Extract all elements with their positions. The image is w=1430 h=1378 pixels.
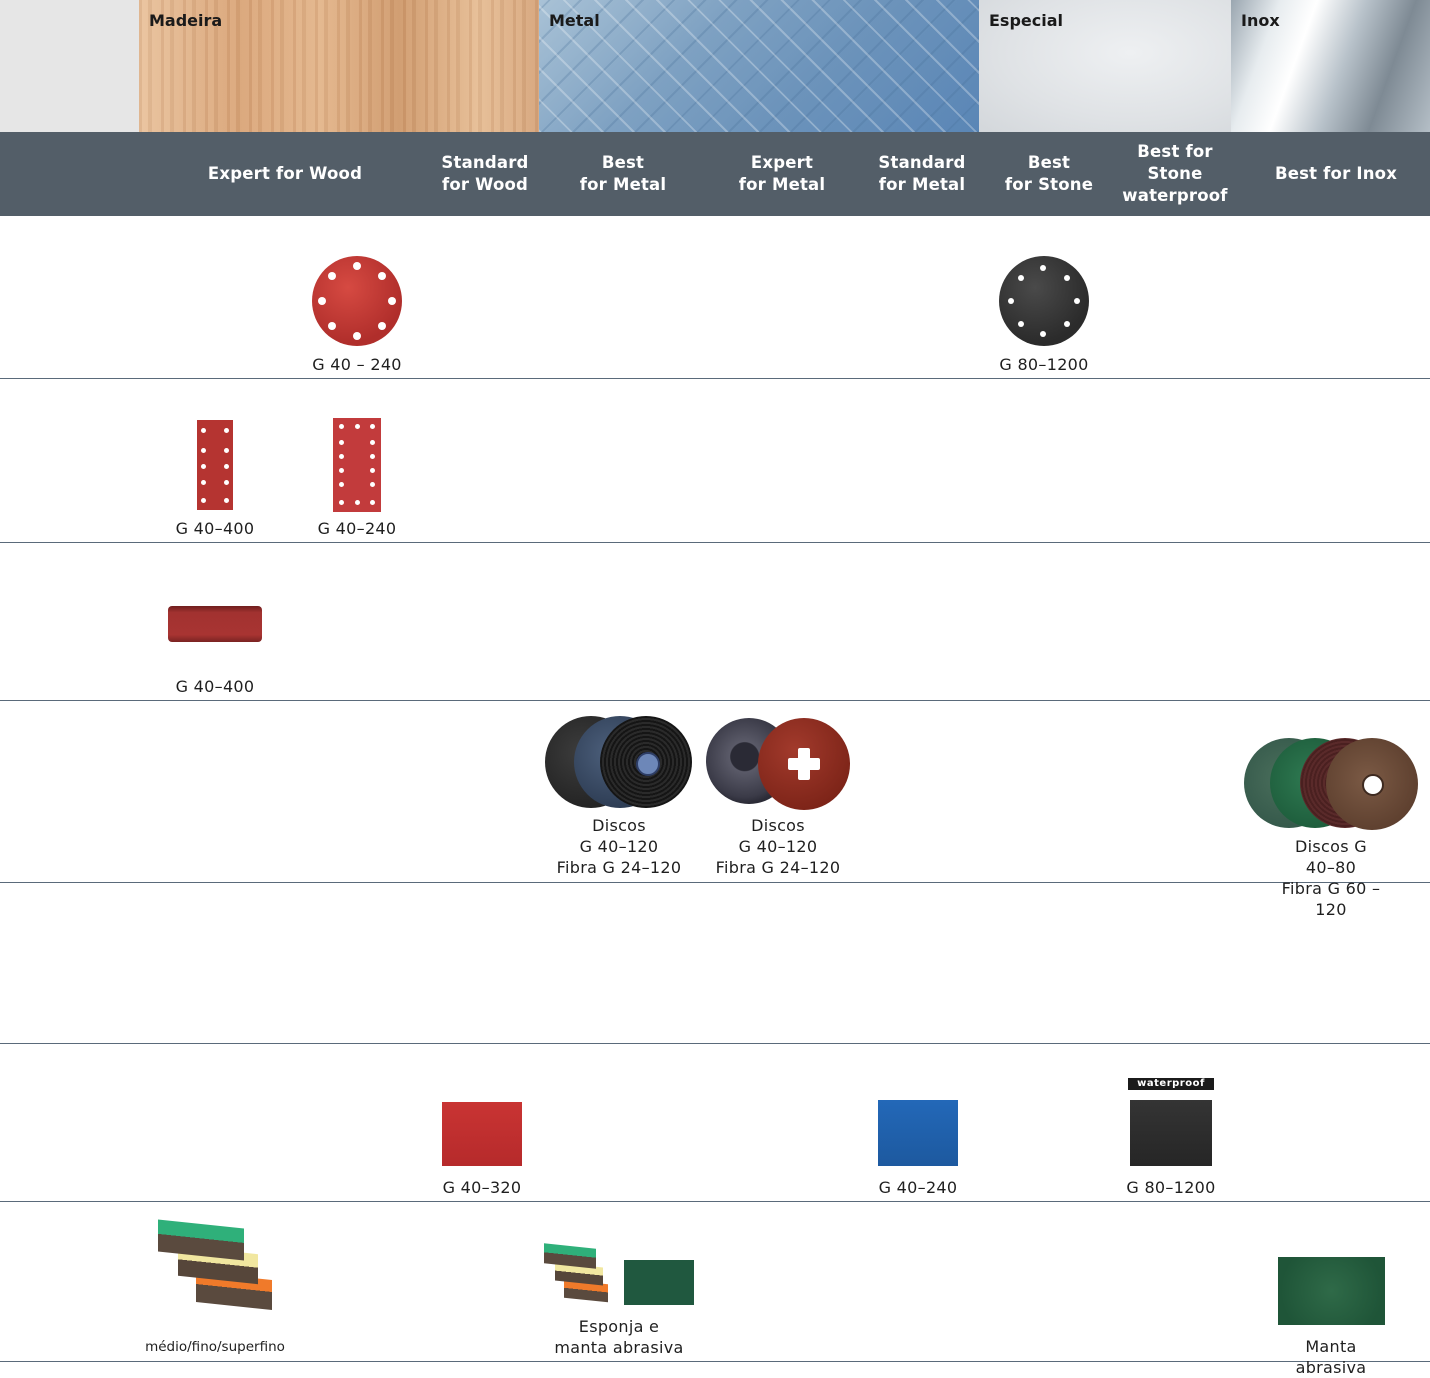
green-abrasive-pad	[624, 1260, 694, 1305]
row-divider	[0, 542, 1430, 543]
caption-paper-standard-wood: G 40–320	[442, 1178, 522, 1197]
red-round-sanding-disc	[312, 256, 402, 346]
green-sponge-block	[158, 1219, 244, 1261]
brown-nonwoven-disc	[1326, 738, 1418, 830]
caption-paper-standard-metal: G 40–240	[878, 1178, 958, 1197]
green-abrasive-mat	[1278, 1257, 1385, 1325]
row-divider	[0, 882, 1430, 883]
blue-paper-sheet	[878, 1100, 958, 1166]
inox-texture-banner: Inox	[1231, 0, 1430, 132]
row-divider	[0, 1361, 1430, 1362]
material-label-madeira: Madeira	[149, 11, 223, 30]
caption-paper-stone-waterproof: G 80–1200	[1126, 1178, 1216, 1197]
wide-sanding-sheet	[333, 418, 381, 512]
material-blank-cell	[0, 0, 139, 132]
nonwoven-fibre-disc	[600, 716, 692, 808]
red-paper-sheet	[442, 1102, 522, 1166]
caption-fibre-expert-metal: Discos G 40–120 Fibra G 24–120	[715, 816, 841, 877]
caption-sheet-small: G 40–400	[175, 519, 255, 538]
caption-belt: G 40–400	[175, 677, 255, 696]
small-green-sponge	[544, 1243, 596, 1269]
caption-disc-best-stone: G 80–1200	[999, 355, 1089, 374]
black-waterproof-sheet	[1130, 1100, 1212, 1166]
brown-fibre-disc	[758, 718, 850, 810]
dark-round-sanding-disc	[999, 256, 1089, 346]
row-divider	[0, 378, 1430, 379]
sanding-belt	[168, 606, 262, 642]
col-header-stone-waterproof: Best for Stone waterproof	[1122, 142, 1228, 205]
col-header-standard-wood: Standard for Wood	[441, 153, 529, 194]
col-header-best-metal: Best for Metal	[579, 153, 667, 194]
material-label-metal: Metal	[549, 11, 600, 30]
caption-fibre-best-inox: Discos G 40–80 Fibra G 60 –120	[1281, 837, 1381, 919]
waterproof-label-badge: waterproof	[1128, 1078, 1214, 1090]
wood-texture-banner: Madeira	[139, 0, 539, 132]
narrow-sanding-sheet	[197, 420, 233, 510]
caption-sheet-large: G 40–240	[317, 519, 397, 538]
caption-disc-expert-wood: G 40 – 240	[312, 355, 402, 374]
material-label-especial: Especial	[989, 11, 1064, 30]
especial-texture-banner: Especial	[979, 0, 1231, 132]
caption-sponge-best-metal: Esponja e manta abrasiva	[554, 1317, 684, 1357]
col-header-best-inox: Best for Inox	[1274, 164, 1398, 183]
col-header-expert-wood: Expert for Wood	[207, 164, 363, 183]
caption-sponge-expert-wood: médio/fino/superfino	[145, 1339, 285, 1355]
row-divider	[0, 700, 1430, 701]
col-header-expert-metal: Expert for Metal	[738, 153, 826, 194]
row-divider	[0, 1043, 1430, 1044]
row-divider	[0, 1201, 1430, 1202]
col-header-standard-metal: Standard for Metal	[878, 153, 966, 194]
metal-texture-banner: Metal	[539, 0, 979, 132]
caption-fibre-best-metal: Discos G 40–120 Fibra G 24–120	[556, 816, 682, 877]
material-label-inox: Inox	[1241, 11, 1280, 30]
col-header-best-stone: Best for Stone	[1004, 153, 1094, 194]
caption-sponge-best-inox: Manta abrasiva	[1295, 1337, 1367, 1377]
